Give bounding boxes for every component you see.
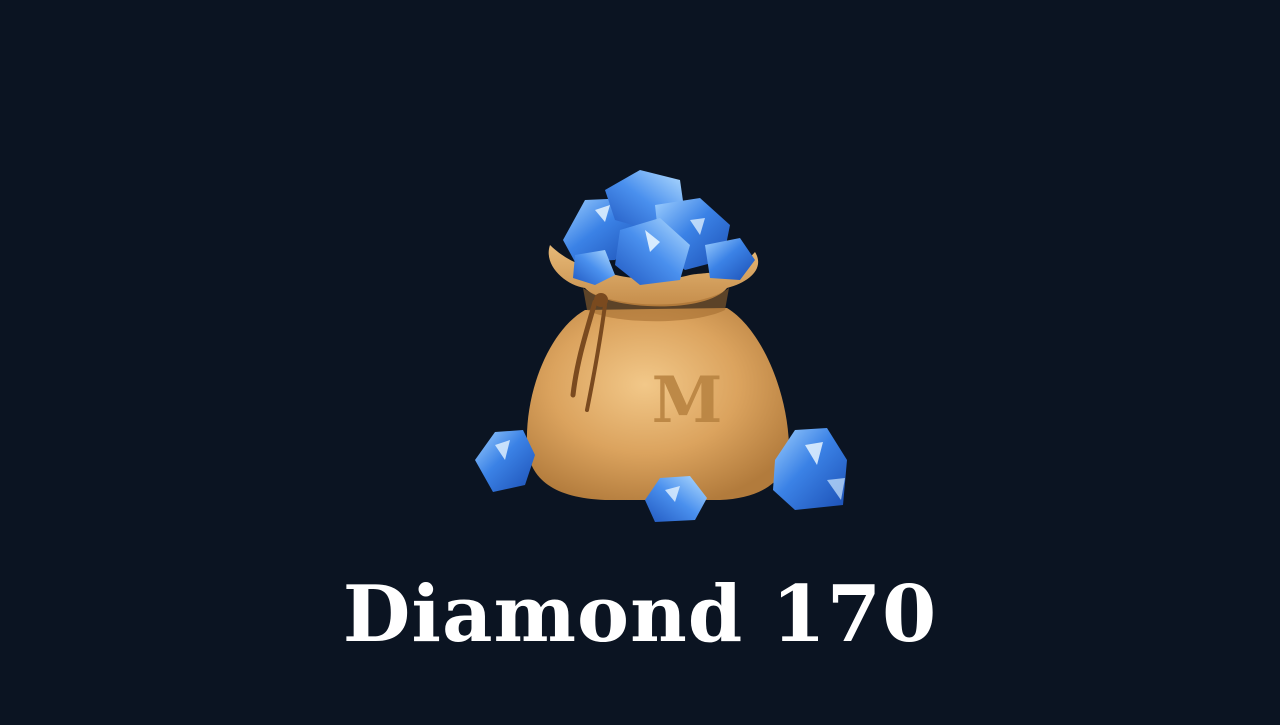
bag-emblem: M — [652, 363, 723, 438]
left-gem — [475, 430, 535, 492]
top-gems — [563, 170, 755, 285]
product-title: Diamond 170 — [342, 569, 938, 660]
diamond-bag-icon: M — [455, 160, 865, 535]
product-card: M Diamond 170 — [0, 0, 1280, 725]
